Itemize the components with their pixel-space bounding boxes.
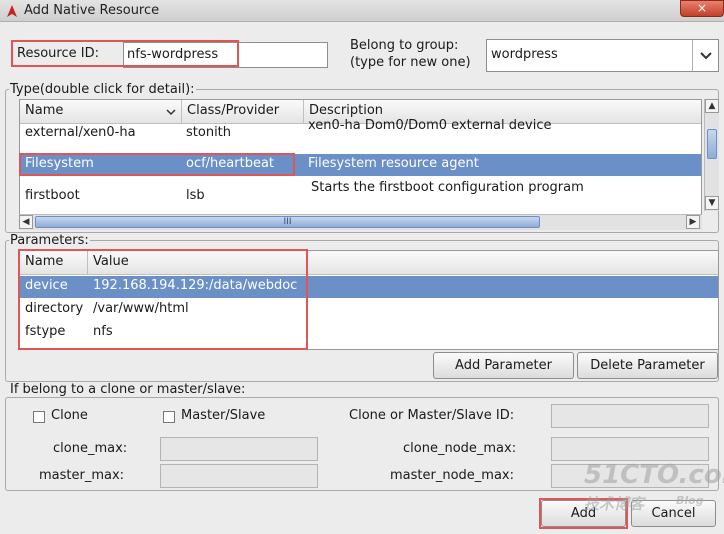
group-label-hint: (type for new one) [350,55,471,70]
row-name: external/xen0-ha [25,125,136,140]
row-description: Filesystem resource agent [308,156,479,171]
scroll-right-icon[interactable]: ▶ [686,215,700,229]
close-button[interactable]: × [680,0,724,17]
row-name: firstboot [25,188,80,203]
master-max-input[interactable] [160,464,318,488]
title-bar: Add Native Resource [0,0,724,22]
highlight-box [19,153,295,176]
scroll-left-icon[interactable]: ◀ [19,215,33,229]
clone-id-input[interactable] [551,404,709,428]
scroll-thumb[interactable] [707,129,717,159]
group-value: wordpress [491,47,558,62]
group-combo[interactable]: wordpress [486,39,719,72]
row-description: xen0-ha Dom0/Dom0 external device [308,118,552,133]
parameters-section-title: Parameters: [9,233,90,248]
type-horizontal-scrollbar[interactable]: ◀ III ▶ [19,214,702,230]
group-label: Belong to group: [350,38,459,53]
highlight-box [18,249,308,350]
row-description: Starts the firstboot configuration progr… [311,180,584,195]
scroll-down-icon[interactable]: ▼ [705,196,719,210]
row-provider: lsb [186,188,205,203]
type-vertical-scrollbar[interactable]: ▲ ▼ [704,99,719,211]
type-section-title: Type(double click for detail): [9,82,196,97]
delete-parameter-button[interactable]: Delete Parameter [577,352,718,379]
window-title: Add Native Resource [24,3,160,18]
clone-max-input[interactable] [160,437,318,461]
clone-node-max-label: clone_node_max: [403,441,517,456]
clone-section-title: If belong to a clone or master/slave: [9,382,247,397]
clone-id-label: Clone or Master/Slave ID: [349,408,515,423]
master-slave-checkbox[interactable] [163,411,175,423]
watermark-subtitle: 技术博客 [584,495,645,513]
app-icon [7,5,17,17]
master-node-max-label: master_node_max: [390,468,514,483]
clone-checkbox[interactable] [33,411,45,423]
column-header-label: Name [25,103,64,118]
clone-checkbox-label: Clone [51,408,88,423]
highlight-box [11,40,239,67]
add-parameter-button[interactable]: Add Parameter [433,352,574,379]
clone-node-max-input[interactable] [551,437,709,461]
column-header-provider[interactable]: Class/Provider [182,100,304,124]
scroll-thumb[interactable]: III [35,216,540,228]
watermark-blog: Blog [676,494,704,507]
scroll-up-icon[interactable]: ▲ [705,99,719,113]
watermark-logo: 51CTO.com [584,460,724,490]
master-max-label: master_max: [39,468,125,483]
sort-chevron-icon [166,109,176,116]
clone-max-label: clone_max: [53,441,128,456]
master-slave-checkbox-label: Master/Slave [181,408,266,423]
chevron-down-icon[interactable] [692,40,718,71]
column-header-name[interactable]: Name [20,100,182,124]
row-provider: stonith [186,125,232,140]
